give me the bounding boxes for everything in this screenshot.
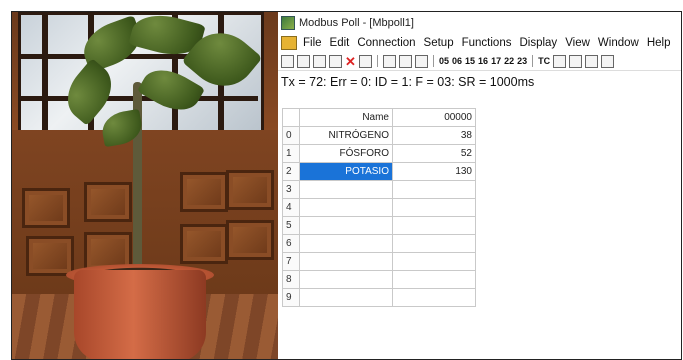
func-16-button[interactable]: 16	[478, 56, 488, 66]
data-grid: Name 00000 0 NITRÓGENO 38 1 FÓSFORO 52 2…	[282, 108, 476, 307]
table-row[interactable]: 9	[282, 288, 476, 307]
row-index: 8	[282, 270, 300, 289]
door-panel	[84, 182, 132, 222]
row-index: 7	[282, 252, 300, 271]
screenshot-frame: Modbus Poll - [Mbpoll1] File Edit Connec…	[11, 11, 682, 360]
row-value[interactable]	[392, 198, 476, 217]
name-column-header: Name	[299, 108, 393, 127]
row-name[interactable]	[299, 198, 393, 217]
pulse-icon[interactable]	[415, 54, 428, 68]
row-value[interactable]: 52	[392, 144, 476, 163]
func-15-button[interactable]: 15	[465, 56, 475, 66]
title-bar: Modbus Poll - [Mbpoll1]	[278, 12, 681, 34]
corner-cell	[282, 108, 300, 127]
table-row[interactable]: 5	[282, 216, 476, 235]
table-row[interactable]: 3	[282, 180, 476, 199]
func-05-button[interactable]: 05	[439, 56, 449, 66]
plant-photo	[12, 12, 278, 359]
context-help-icon[interactable]	[601, 54, 615, 68]
open-icon[interactable]	[297, 54, 310, 68]
row-index: 5	[282, 216, 300, 235]
toolbar: ✕ 05 06 15 16 17 22 23 TC	[278, 52, 681, 71]
toolbar-separator	[377, 55, 378, 67]
row-index: 4	[282, 198, 300, 217]
door-panel	[26, 236, 74, 276]
row-name[interactable]	[299, 234, 393, 253]
modbus-poll-window: Modbus Poll - [Mbpoll1] File Edit Connec…	[278, 12, 681, 359]
row-name[interactable]	[299, 288, 393, 307]
row-index: 1	[282, 144, 300, 163]
grid-background	[458, 108, 681, 359]
row-index: 2	[282, 162, 300, 181]
value-column-header: 00000	[392, 108, 476, 127]
menu-edit[interactable]: Edit	[330, 37, 350, 49]
door-panel	[22, 188, 70, 228]
row-value[interactable]	[392, 270, 476, 289]
monitor-icon[interactable]	[553, 54, 567, 68]
row-value[interactable]: 130	[392, 162, 476, 181]
row-index: 0	[282, 126, 300, 145]
door-panel	[226, 170, 274, 210]
window-muntin	[42, 12, 48, 132]
menu-bar: File Edit Connection Setup Functions Dis…	[278, 34, 681, 52]
grid-header-row: Name 00000	[282, 108, 476, 127]
func-23-button[interactable]: 23	[517, 56, 527, 66]
menu-connection[interactable]: Connection	[357, 37, 415, 49]
row-name[interactable]	[299, 216, 393, 235]
menu-help[interactable]: Help	[647, 37, 671, 49]
row-name[interactable]	[299, 180, 393, 199]
toolbar-separator	[532, 55, 534, 67]
table-row[interactable]: 8	[282, 270, 476, 289]
menu-file[interactable]: File	[303, 37, 322, 49]
chip-icon[interactable]	[569, 54, 583, 68]
row-index: 3	[282, 180, 300, 199]
door-panel	[180, 224, 228, 264]
table-row[interactable]: 7	[282, 252, 476, 271]
row-value[interactable]	[392, 252, 476, 271]
window-title: Modbus Poll - [Mbpoll1]	[299, 17, 414, 29]
row-value[interactable]	[392, 216, 476, 235]
table-row[interactable]: 0 NITRÓGENO 38	[282, 126, 476, 145]
close-icon[interactable]: ✕	[345, 55, 356, 68]
door-panel	[180, 172, 228, 212]
door-panel	[226, 220, 274, 260]
row-value[interactable]	[392, 288, 476, 307]
row-name[interactable]: NITRÓGENO	[299, 126, 393, 145]
func-17-button[interactable]: 17	[491, 56, 501, 66]
func-22-button[interactable]: 22	[504, 56, 514, 66]
status-line: Tx = 72: Err = 0: ID = 1: F = 03: SR = 1…	[281, 75, 535, 89]
row-value[interactable]	[392, 234, 476, 253]
new-icon[interactable]	[281, 54, 294, 68]
connect-icon[interactable]	[383, 54, 396, 68]
table-row[interactable]: 1 FÓSFORO 52	[282, 144, 476, 163]
row-index: 9	[282, 288, 300, 307]
tc-button[interactable]: TC	[538, 56, 550, 66]
help-icon[interactable]	[585, 54, 599, 68]
row-name[interactable]	[299, 270, 393, 289]
modbus-app-icon	[281, 16, 295, 30]
window-icon[interactable]	[359, 54, 372, 68]
table-row[interactable]: 6	[282, 234, 476, 253]
row-name-selected[interactable]: POTASIO	[299, 162, 393, 181]
row-value[interactable]: 38	[392, 126, 476, 145]
menu-display[interactable]: Display	[519, 37, 557, 49]
table-row[interactable]: 4	[282, 198, 476, 217]
menu-window[interactable]: Window	[598, 37, 639, 49]
table-row[interactable]: 2 POTASIO 130	[282, 162, 476, 181]
menu-setup[interactable]: Setup	[424, 37, 454, 49]
document-icon[interactable]	[281, 36, 297, 50]
menu-view[interactable]: View	[565, 37, 590, 49]
row-name[interactable]	[299, 252, 393, 271]
row-value[interactable]	[392, 180, 476, 199]
save-icon[interactable]	[313, 54, 326, 68]
disconnect-icon[interactable]	[399, 54, 412, 68]
toolbar-separator	[433, 55, 434, 67]
print-icon[interactable]	[329, 54, 342, 68]
flower-pot	[74, 270, 206, 359]
row-name[interactable]: FÓSFORO	[299, 144, 393, 163]
row-index: 6	[282, 234, 300, 253]
func-06-button[interactable]: 06	[452, 56, 462, 66]
menu-functions[interactable]: Functions	[462, 37, 512, 49]
